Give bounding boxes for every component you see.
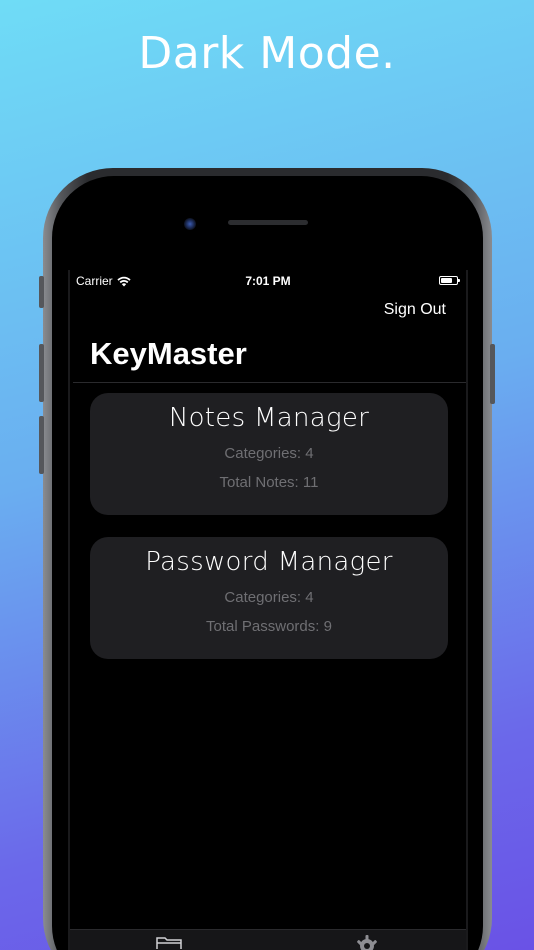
battery-fill: [441, 278, 452, 283]
card-total-notes: Total Notes: 11: [219, 474, 319, 491]
card-total-passwords: Total Passwords: 9: [206, 618, 332, 635]
sign-out-button[interactable]: Sign Out: [384, 301, 446, 319]
promo-headline: Dark Mode.: [138, 28, 396, 79]
password-manager-card[interactable]: Password Manager Categories: 4 Total Pas…: [90, 537, 448, 659]
card-categories: Categories: 4: [224, 589, 314, 606]
card-title: Password Manager: [145, 547, 393, 577]
volume-up-button: [39, 344, 44, 402]
status-bar: Carrier 7:01 PM: [70, 270, 466, 292]
front-camera: [184, 218, 196, 230]
page-title: KeyMaster: [90, 336, 247, 371]
tab-bar: [70, 929, 466, 950]
gear-icon[interactable]: [355, 934, 379, 950]
folder-icon[interactable]: [156, 936, 182, 950]
power-button: [490, 344, 495, 404]
card-categories: Categories: 4: [224, 445, 314, 462]
app-screen: Carrier 7:01 PM Sign Out KeyMaster Notes…: [68, 270, 468, 950]
earpiece-speaker: [228, 220, 308, 225]
battery-icon: [439, 276, 460, 285]
mute-switch: [39, 276, 44, 308]
card-title: Notes Manager: [168, 403, 370, 433]
status-time: 7:01 PM: [245, 274, 291, 288]
nav-divider: [73, 382, 466, 383]
notes-manager-card[interactable]: Notes Manager Categories: 4 Total Notes:…: [90, 393, 448, 515]
volume-down-button: [39, 416, 44, 474]
